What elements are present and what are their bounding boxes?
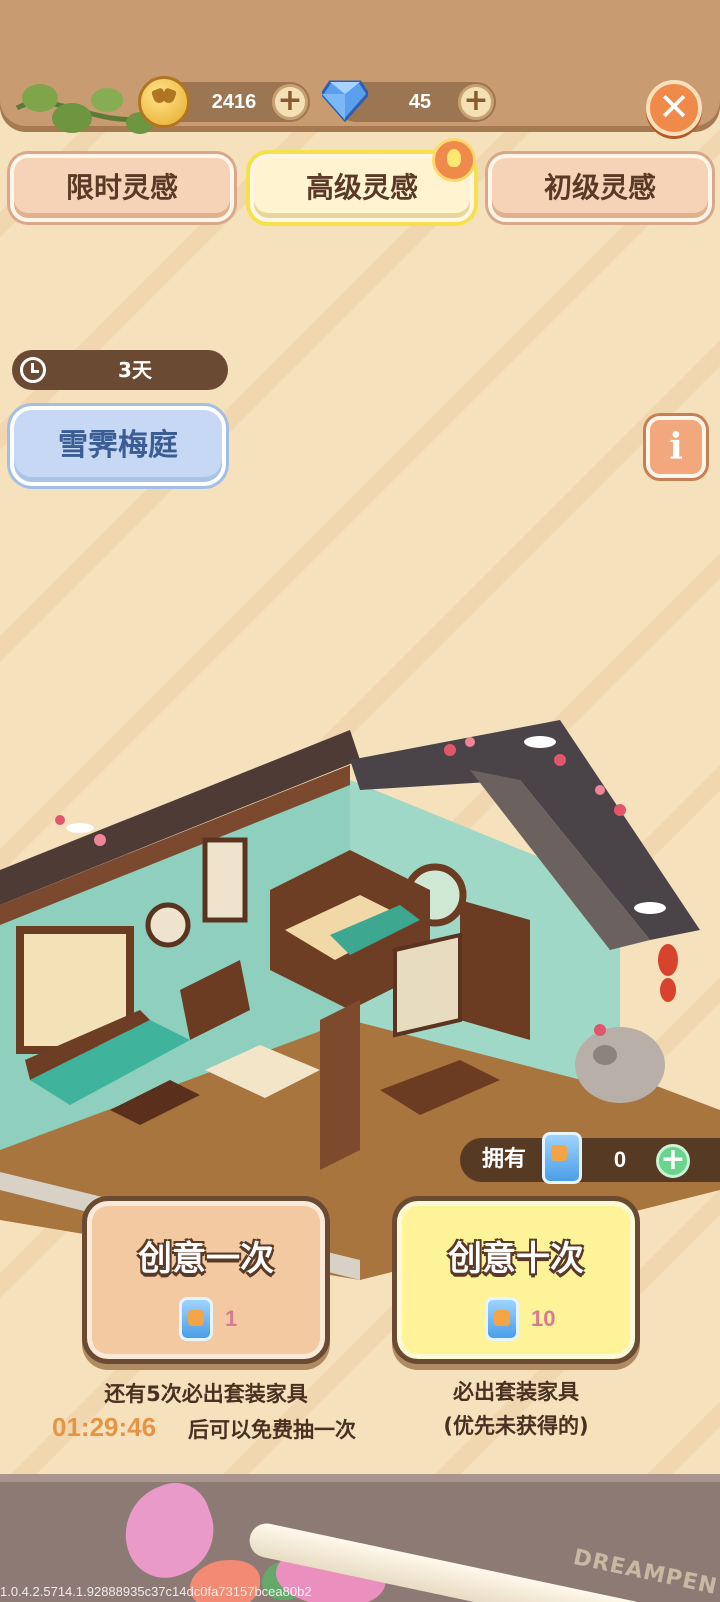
inspiration-ticket-icon <box>179 1297 213 1341</box>
gem-amount: 45 <box>408 90 432 113</box>
draw-once-cost: 1 <box>87 1297 325 1341</box>
cat-coin-icon <box>138 76 190 128</box>
inspiration-ticket-icon <box>542 1132 582 1184</box>
tab-label: 限时灵感 <box>65 171 178 204</box>
free-draw-note: 后可以免费抽一次 <box>188 1418 356 1442</box>
guarantee-note: 必出套装家具 <box>453 1380 579 1404</box>
set-name: 雪霁梅庭 <box>58 428 178 463</box>
gold-currency: 2416 + <box>138 76 310 128</box>
build-id-text: 1.0.4.2.5714.1.92888935c37c14dc0fa73157b… <box>0 1584 312 1599</box>
lightbulb-badge-icon <box>432 138 476 182</box>
clock-icon <box>20 357 46 383</box>
draw-ten-title: 创意十次 <box>448 1239 584 1279</box>
draw-ten-cost-value: 10 <box>531 1306 556 1331</box>
free-draw-countdown: 01:29:46 <box>52 1412 157 1442</box>
tab-advanced-inspiration[interactable]: 高级灵感 <box>250 138 476 222</box>
owned-tickets: 拥有 0 + <box>460 1132 720 1184</box>
add-gem-button[interactable]: + <box>458 84 494 120</box>
priority-note: (优先未获得的) <box>443 1414 589 1438</box>
tab-basic-inspiration[interactable]: 初级灵感 <box>488 154 712 222</box>
close-button[interactable]: ✕ <box>646 80 702 136</box>
diamond-icon <box>322 80 368 122</box>
draw-once-cost-value: 1 <box>225 1306 238 1331</box>
pity-note: 还有5次必出套装家具 <box>104 1382 308 1406</box>
draw-once-title: 创意一次 <box>138 1239 274 1279</box>
draw-ten-button[interactable]: 创意十次 10 <box>392 1196 640 1364</box>
tab-label: 高级灵感 <box>305 171 418 204</box>
info-button[interactable]: i <box>646 416 706 478</box>
info-icon: i <box>669 426 683 468</box>
draw-ten-cost: 10 <box>397 1297 635 1341</box>
owned-count: 0 <box>613 1147 627 1172</box>
add-gold-button[interactable]: + <box>272 84 308 120</box>
timer-text: 3天 <box>118 358 152 382</box>
owned-label: 拥有 <box>482 1147 527 1172</box>
gold-amount: 2416 <box>211 90 257 113</box>
furniture-set-title: 雪霁梅庭 <box>10 406 226 486</box>
add-ticket-button[interactable]: + <box>656 1144 690 1178</box>
draw-once-button[interactable]: 创意一次 1 <box>82 1196 330 1364</box>
event-timer: 3天 <box>12 350 228 390</box>
tab-label: 初级灵感 <box>543 171 656 204</box>
inspiration-ticket-icon <box>485 1297 519 1341</box>
gem-currency: 45 + <box>322 80 496 122</box>
tab-limited-inspiration[interactable]: 限时灵感 <box>10 154 234 222</box>
close-icon: ✕ <box>658 85 690 129</box>
